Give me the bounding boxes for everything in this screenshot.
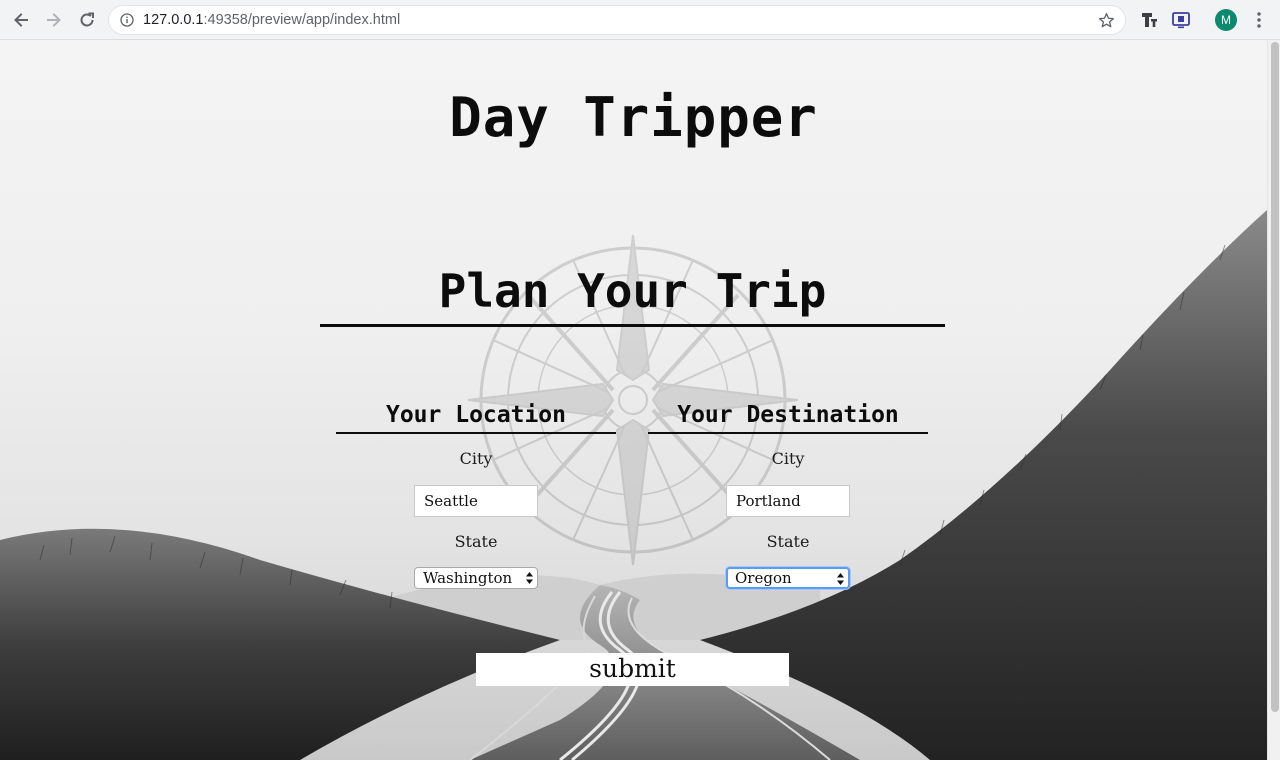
star-icon[interactable] <box>1098 12 1115 29</box>
destination-heading: Your Destination <box>677 402 899 428</box>
location-city-input[interactable] <box>414 485 538 517</box>
destination-city-label: City <box>771 449 805 468</box>
reload-icon <box>80 12 94 26</box>
location-state-label: State <box>454 532 498 551</box>
back-icon <box>14 12 28 27</box>
destination-state-label: State <box>766 532 810 551</box>
forward-icon <box>47 12 61 27</box>
submit-button[interactable]: submit <box>476 653 789 686</box>
avatar[interactable]: M <box>1215 9 1237 31</box>
info-icon[interactable] <box>120 13 134 27</box>
select-arrows-icon <box>526 572 533 584</box>
location-state-value: Washington <box>423 569 513 587</box>
location-heading: Your Location <box>385 402 566 428</box>
forward-button[interactable] <box>38 4 70 36</box>
section-divider <box>320 324 945 327</box>
address-bar[interactable]: 127.0.0.1:49358/preview/app/index.html <box>108 5 1126 35</box>
select-arrows-icon <box>837 573 844 585</box>
destination-divider <box>648 432 928 434</box>
site-title: Day Tripper <box>449 86 818 149</box>
page-viewport: Day Tripper Plan Your Trip Your Location… <box>0 40 1267 760</box>
vertical-scrollbar[interactable] <box>1267 40 1280 760</box>
destination-state-select[interactable]: Oregon <box>726 567 850 589</box>
reload-button[interactable] <box>71 4 103 36</box>
url-text[interactable]: 127.0.0.1:49358/preview/app/index.html <box>143 12 400 28</box>
browser-toolbar: 127.0.0.1:49358/preview/app/index.html M <box>0 0 1280 40</box>
location-divider <box>336 432 616 434</box>
url-host: 127.0.0.1 <box>143 12 204 28</box>
back-button[interactable] <box>5 4 37 36</box>
scrollbar-thumb[interactable] <box>1271 42 1279 712</box>
destination-city-input[interactable] <box>726 485 850 517</box>
location-state-select[interactable]: Washington <box>414 567 538 589</box>
text-extension-icon[interactable] <box>1139 10 1159 30</box>
location-city-label: City <box>459 449 493 468</box>
cast-extension-icon[interactable] <box>1171 10 1191 30</box>
section-title: Plan Your Trip <box>438 264 827 318</box>
url-path: :49358/preview/app/index.html <box>203 12 401 28</box>
destination-state-value: Oregon <box>735 569 792 587</box>
menu-icon[interactable] <box>1249 10 1269 30</box>
